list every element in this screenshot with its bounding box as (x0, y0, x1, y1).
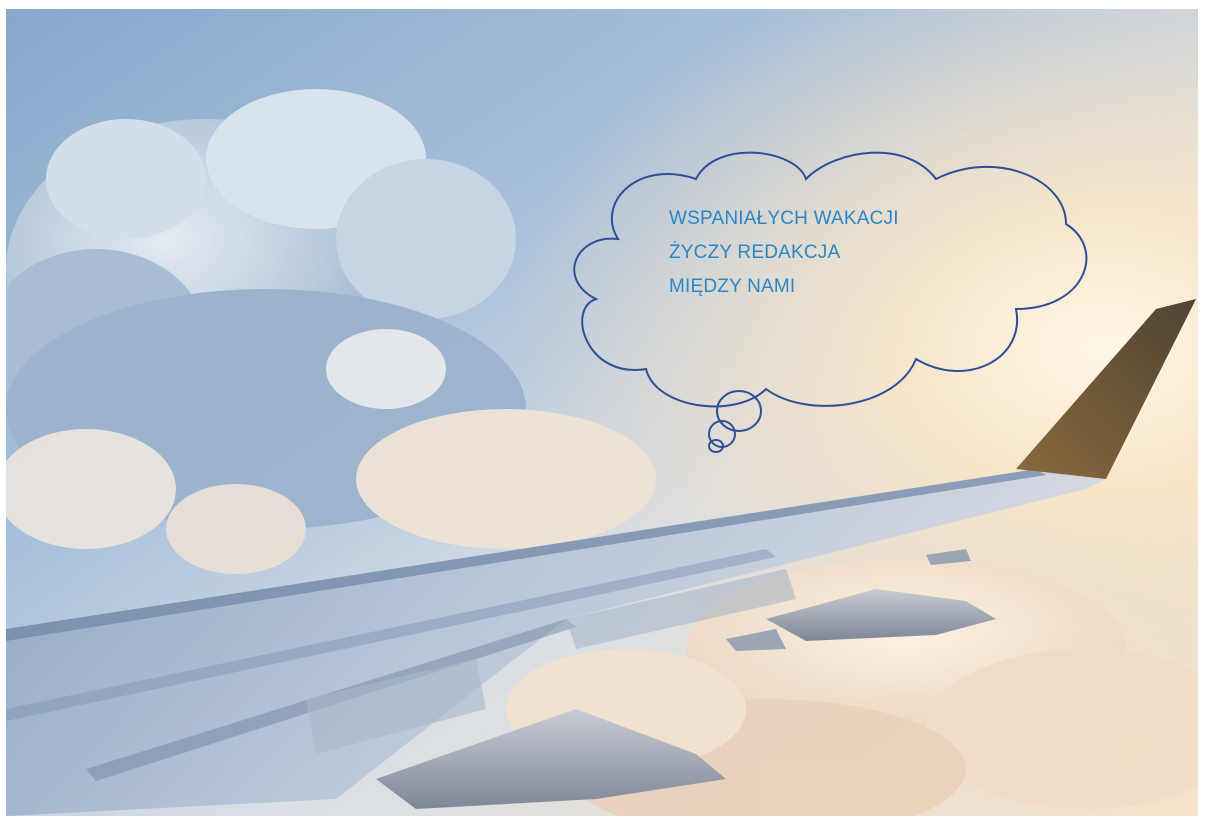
sky-and-wing-scene (6, 9, 1198, 816)
postcard-photo: WSPANIAŁYCH WAKACJI ŻYCZY REDAKCJA MIĘDZ… (6, 9, 1198, 816)
greeting-line-3: MIĘDZY NAMI (669, 276, 796, 297)
greeting-line-1: WSPANIAŁYCH WAKACJI (669, 208, 899, 229)
greeting-text: WSPANIAŁYCH WAKACJI ŻYCZY REDAKCJA MIĘDZ… (669, 202, 999, 304)
greeting-line-2: ŻYCZY REDAKCJA (669, 242, 841, 263)
